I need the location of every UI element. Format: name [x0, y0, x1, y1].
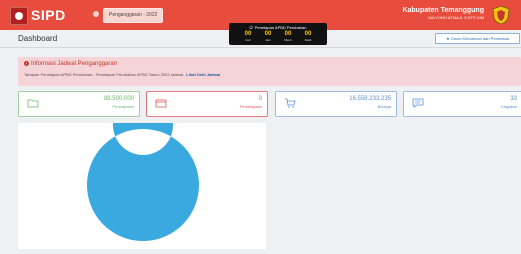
countdown-title: ⏻ Penetapan APBD Perubahan [229, 25, 327, 30]
kebutuhan-button-label: Omzo Kebutuhan dan Permintaa [450, 36, 509, 41]
chat-icon [412, 98, 424, 108]
chart-panel [18, 95, 266, 249]
info-title: ! Informasi Jadwal Penganggaran [24, 61, 117, 67]
menu-toggle-icon[interactable] [93, 11, 99, 17]
countdown-title-text: Penetapan APBD Perubahan [254, 25, 307, 30]
user-name: SALYONO ATMAJI, S.STP, MM [427, 15, 484, 20]
countdown-seconds: 00 Detik [304, 31, 312, 42]
countdown-days: 00 hari [244, 31, 252, 42]
star-icon: ★ [446, 36, 450, 41]
info-text-body: Tahapan Penetapan APBD Perubahan - Penet… [24, 72, 185, 77]
card-label: Pembiayaan [239, 104, 262, 109]
schedule-detail-link[interactable]: Lihat Detil Jadwal [186, 72, 220, 77]
card-pendapatan[interactable]: 88.500.000 Pendapatan [18, 91, 140, 117]
card-pembiayaan[interactable]: 0 Pembiayaan [146, 91, 268, 117]
countdown-timer: ⏻ Penetapan APBD Perubahan 00 hari 00 Jam… [229, 23, 327, 45]
card-value: 33 [510, 96, 517, 102]
card-value: 0 [258, 96, 262, 102]
cart-icon [285, 98, 296, 108]
info-title-text: Informasi Jadwal Penganggaran [31, 61, 118, 68]
card-label: Kegiatan [501, 104, 517, 109]
card-label: Belanja [377, 104, 391, 109]
card-belanja[interactable]: 16.558.233.235 Belanja [275, 91, 397, 117]
card-label: Pendapatan [112, 104, 134, 109]
alert-icon: ! [24, 61, 29, 66]
countdown-minutes: 00 Menit [284, 31, 292, 42]
brand-name[interactable]: SIPD [31, 7, 66, 23]
info-text: Tahapan Penetapan APBD Perubahan - Penet… [24, 72, 220, 77]
info-banner: ! Informasi Jadwal Penganggaran Tahapan P… [18, 57, 521, 86]
countdown-hours: 00 Jam [264, 31, 272, 42]
card-value: 88.500.000 [103, 96, 134, 102]
region-name: Kabupaten Temanggung [402, 7, 484, 14]
card-value: 16.558.233.235 [349, 96, 391, 102]
region-emblem-icon[interactable] [492, 5, 510, 25]
credit-card-icon [155, 99, 167, 108]
sipd-logo-icon[interactable] [10, 7, 28, 25]
region-info: Kabupaten Temanggung SALYONO ATMAJI, S.S… [402, 6, 484, 21]
kebutuhan-button[interactable]: ★Omzo Kebutuhan dan Permintaa [435, 33, 520, 44]
clock-icon: ⏻ [249, 25, 253, 30]
folder-icon [27, 99, 39, 108]
donut-chart [86, 95, 199, 241]
year-selector[interactable]: Penganggaran - 2022 [103, 8, 164, 23]
card-kegiatan[interactable]: 33 Kegiatan [403, 91, 521, 117]
page-title: Dashboard [18, 34, 58, 43]
